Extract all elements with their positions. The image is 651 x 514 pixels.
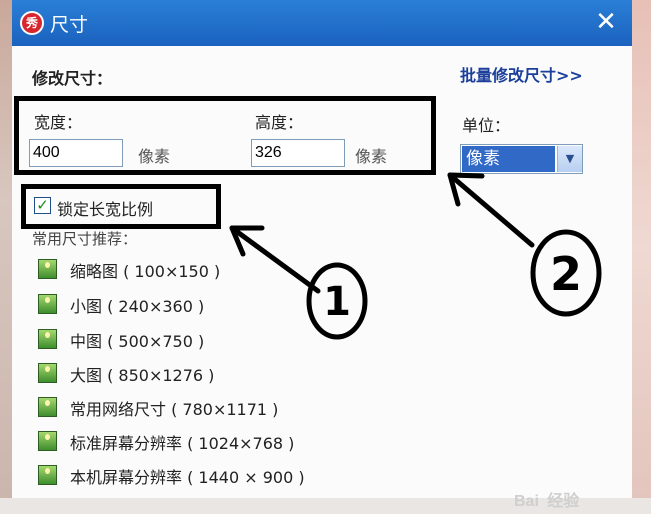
annotation-layer: 1 2 [229, 172, 602, 340]
annotation-number-1: 1 [323, 279, 351, 325]
annotation-arrow-1 [229, 225, 321, 294]
annotation-number-2: 2 [550, 247, 582, 301]
annotation-arrow-2 [447, 172, 535, 248]
